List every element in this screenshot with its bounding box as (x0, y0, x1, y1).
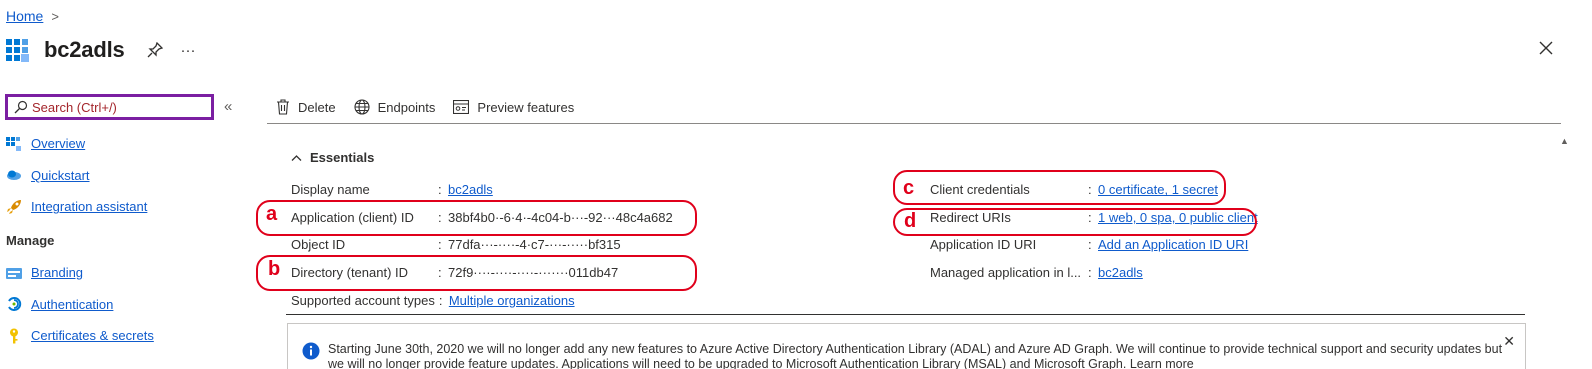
globe-icon (354, 99, 370, 115)
essentials-heading: Essentials (310, 150, 375, 165)
property-managed-application: Managed application in l...: bc2adls (930, 265, 1143, 281)
sidebar-item-integration-assistant[interactable]: Integration assistant (6, 191, 246, 223)
delete-label: Delete (298, 99, 336, 115)
sidebar-item-overview[interactable]: Overview (6, 128, 246, 160)
info-icon (302, 342, 320, 360)
quickstart-icon (7, 170, 21, 181)
annotation-letter-a: a (266, 203, 278, 225)
annotation-box-b (256, 255, 697, 291)
sidebar-item-authentication[interactable]: Authentication (6, 288, 246, 320)
breadcrumb: Home > (6, 8, 59, 24)
breadcrumb-home-link[interactable]: Home (6, 8, 43, 24)
rocket-icon (7, 199, 21, 214)
sidebar-item-label: Quickstart (31, 167, 90, 183)
page-title: bc2adls (44, 37, 125, 62)
search-input[interactable] (32, 99, 202, 115)
more-icon[interactable]: ··· (181, 42, 196, 59)
sidebar-item-branding[interactable]: Branding (6, 257, 246, 289)
scrollbar[interactable]: ▲ (1560, 128, 1569, 369)
supported-account-types-link[interactable]: Multiple organizations (449, 293, 575, 308)
authentication-icon (8, 297, 22, 312)
display-name-link[interactable]: bc2adls (448, 182, 493, 197)
breadcrumb-separator: > (51, 8, 59, 24)
app-registration-icon (6, 39, 29, 62)
essentials-left-column: Display name: bc2adls Application (clien… (291, 176, 673, 314)
annotation-letter-d: d (904, 210, 917, 232)
branding-icon (6, 267, 22, 279)
preview-features-icon (453, 100, 470, 114)
sidebar-item-label: Overview (31, 136, 86, 152)
toolbar-divider (267, 123, 1561, 124)
add-application-id-uri-link[interactable]: Add an Application ID URI (1098, 237, 1248, 252)
key-icon (10, 328, 18, 344)
preview-features-label: Preview features (477, 99, 575, 115)
deprecation-info-banner: Starting June 30th, 2020 we will no long… (287, 323, 1526, 369)
annotation-box-c (893, 170, 1226, 205)
sidebar-item-label: Branding (31, 265, 84, 281)
essentials-toggle[interactable]: Essentials (291, 150, 374, 165)
search-box[interactable] (5, 94, 214, 120)
property-key: Display name (291, 182, 370, 198)
trash-icon (277, 99, 289, 115)
title-row: bc2adls ··· (6, 34, 214, 66)
annotation-letter-b: b (268, 258, 281, 280)
pin-icon[interactable] (147, 42, 163, 58)
overview-icon (6, 136, 21, 151)
property-key: Supported account types (291, 292, 435, 308)
delete-button[interactable]: Delete (276, 99, 336, 115)
sidebar-item-label: Certificates & secrets (31, 328, 154, 344)
sidebar-item-label: Authentication (31, 296, 114, 312)
command-bar: Delete Endpoints Preview features (276, 94, 592, 120)
sidebar-nav: Overview Quickstart Integration assistan… (6, 128, 246, 352)
annotation-box-d (893, 208, 1257, 236)
annotation-box-a (256, 200, 697, 236)
property-key: Application ID URI (930, 237, 1037, 253)
sidebar-item-label: Integration assistant (31, 199, 148, 215)
object-id-value: 77dfa···-····-4·c7-···-·····bf315 (448, 237, 621, 253)
sidebar-item-certificates-secrets[interactable]: Certificates & secrets (6, 320, 246, 352)
scroll-up-icon[interactable]: ▲ (1560, 136, 1569, 146)
essentials-divider (286, 314, 1525, 315)
managed-application-link[interactable]: bc2adls (1098, 265, 1143, 280)
property-key: Managed application in l... (930, 265, 1082, 281)
banner-text: Starting June 30th, 2020 we will no long… (328, 342, 1503, 369)
annotation-letter-c: c (903, 177, 915, 199)
endpoints-button[interactable]: Endpoints (354, 99, 436, 115)
preview-features-button[interactable]: Preview features (453, 100, 574, 115)
endpoints-label: Endpoints (377, 99, 436, 115)
close-icon[interactable] (1536, 38, 1556, 58)
search-icon (14, 100, 28, 114)
nav-section-manage: Manage (6, 233, 55, 249)
banner-close-icon[interactable]: ✕ (1503, 334, 1515, 349)
chevron-up-icon (291, 154, 302, 161)
sidebar-item-quickstart[interactable]: Quickstart (6, 160, 246, 192)
property-key: Object ID (291, 237, 346, 253)
collapse-sidebar-icon[interactable]: « (224, 98, 232, 115)
